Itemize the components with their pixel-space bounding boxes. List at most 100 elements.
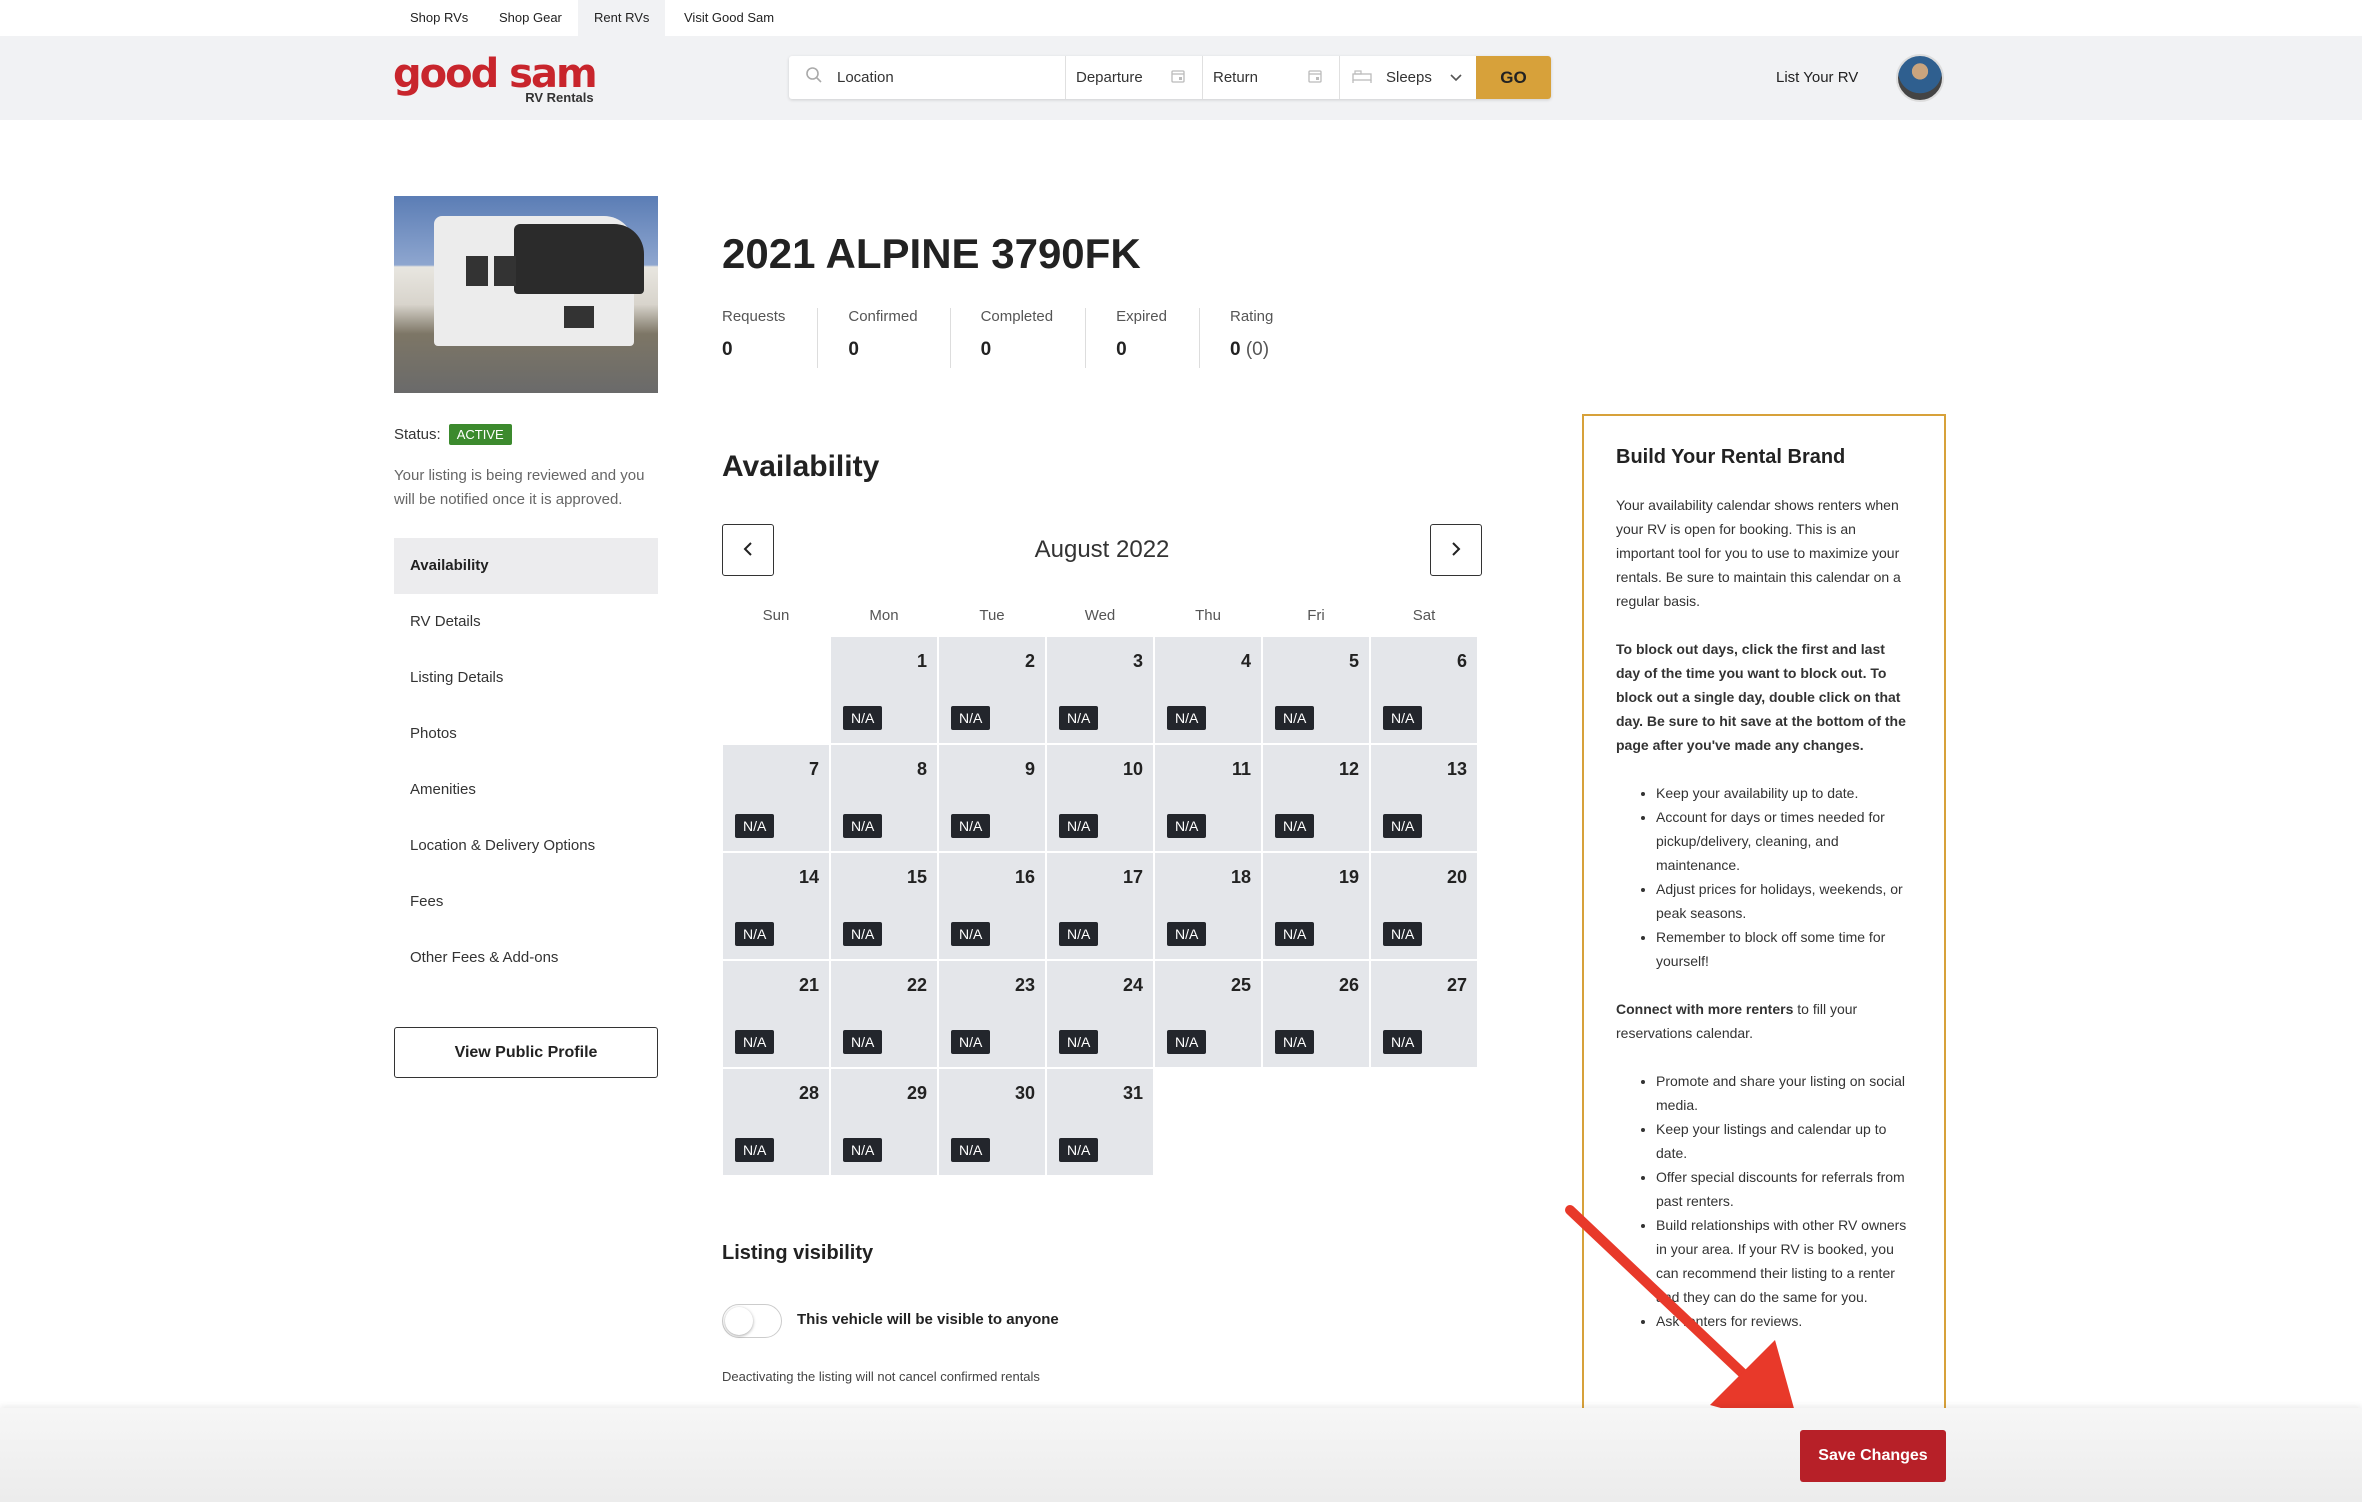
day-status-badge: N/A bbox=[1059, 706, 1099, 730]
day-number: 12 bbox=[1338, 759, 1359, 779]
day-status-badge: N/A bbox=[1059, 1030, 1099, 1054]
sidebar-item-listing-details[interactable]: Listing Details bbox=[394, 650, 658, 706]
calendar-day[interactable]: 11 N/A bbox=[1154, 744, 1262, 852]
nav-visit-good-sam[interactable]: Visit Good Sam bbox=[668, 0, 790, 36]
calendar-day[interactable]: 23 N/A bbox=[938, 960, 1046, 1068]
calendar-day[interactable]: 27 N/A bbox=[1370, 960, 1478, 1068]
list-your-rv-link[interactable]: List Your RV bbox=[1776, 69, 1858, 86]
calendar-day[interactable]: 9 N/A bbox=[938, 744, 1046, 852]
departure-label: Departure bbox=[1076, 69, 1143, 86]
calendar-day[interactable]: 12 N/A bbox=[1262, 744, 1370, 852]
calendar-day[interactable]: 4 N/A bbox=[1154, 636, 1262, 744]
calendar-day[interactable]: 18 N/A bbox=[1154, 852, 1262, 960]
day-number: 31 bbox=[1122, 1083, 1143, 1103]
stat-label: Expired bbox=[1116, 308, 1167, 325]
calendar-day[interactable]: 10 N/A bbox=[1046, 744, 1154, 852]
calendar-day[interactable]: 31 N/A bbox=[1046, 1068, 1154, 1176]
stat-requests: Requests 0 bbox=[722, 308, 819, 368]
sleeps-label: Sleeps bbox=[1386, 69, 1432, 86]
status-badge: ACTIVE bbox=[448, 424, 512, 445]
view-public-profile-button[interactable]: View Public Profile bbox=[394, 1027, 658, 1078]
stat-value: 0 bbox=[848, 339, 859, 360]
day-status-badge: N/A bbox=[1167, 922, 1207, 946]
day-status-badge: N/A bbox=[1275, 922, 1315, 946]
day-status-badge: N/A bbox=[1167, 1030, 1207, 1054]
calendar-day[interactable]: 8 N/A bbox=[830, 744, 938, 852]
calendar-day[interactable]: 2 N/A bbox=[938, 636, 1046, 744]
calendar-day[interactable]: 25 N/A bbox=[1154, 960, 1262, 1068]
day-number: 8 bbox=[916, 759, 927, 779]
sidebar-item-photos[interactable]: Photos bbox=[394, 706, 658, 762]
day-number: 29 bbox=[906, 1083, 927, 1103]
calendar-day[interactable]: 1 N/A bbox=[830, 636, 938, 744]
sidebar-item-other-fees[interactable]: Other Fees & Add-ons bbox=[394, 930, 658, 986]
location-placeholder: Location bbox=[837, 69, 894, 86]
visibility-note: Deactivating the listing will not cancel… bbox=[722, 1369, 1040, 1384]
day-number: 4 bbox=[1240, 651, 1251, 671]
go-button[interactable]: GO bbox=[1476, 56, 1551, 99]
calendar-day[interactable]: 14 N/A bbox=[722, 852, 830, 960]
calendar-month: August 2022 bbox=[1034, 536, 1170, 563]
calendar-day[interactable]: 7 N/A bbox=[722, 744, 830, 852]
day-number: 16 bbox=[1014, 867, 1035, 887]
stat-expired: Expired 0 bbox=[1116, 308, 1200, 368]
stat-value: 0 bbox=[722, 339, 733, 360]
calendar-day[interactable]: 5 N/A bbox=[1262, 636, 1370, 744]
weekday-label: Fri bbox=[1307, 607, 1325, 624]
sidebar-item-fees[interactable]: Fees bbox=[394, 874, 658, 930]
good-sam-logo[interactable]: good sam RV Rentals bbox=[393, 54, 598, 105]
calendar-day[interactable]: 24 N/A bbox=[1046, 960, 1154, 1068]
status-row: Status: ACTIVE bbox=[394, 424, 512, 445]
calendar-day[interactable]: 28 N/A bbox=[722, 1068, 830, 1176]
day-number: 26 bbox=[1338, 975, 1359, 995]
listing-stats: Requests 0 Confirmed 0 Completed 0 Expir… bbox=[722, 308, 1335, 368]
calendar-day[interactable]: 16 N/A bbox=[938, 852, 1046, 960]
calendar-day[interactable]: 20 N/A bbox=[1370, 852, 1478, 960]
avatar[interactable] bbox=[1896, 54, 1944, 102]
day-number: 13 bbox=[1446, 759, 1467, 779]
day-status-badge: N/A bbox=[735, 814, 775, 838]
day-status-badge: N/A bbox=[1275, 1030, 1315, 1054]
chevron-right-icon bbox=[1451, 539, 1461, 562]
sidebar-item-location-delivery[interactable]: Location & Delivery Options bbox=[394, 818, 658, 874]
stat-label: Completed bbox=[980, 308, 1054, 325]
calendar-day[interactable]: 15 N/A bbox=[830, 852, 938, 960]
sidebar-item-availability[interactable]: Availability bbox=[394, 538, 658, 594]
nav-shop-gear[interactable]: Shop Gear bbox=[483, 0, 578, 36]
list-item: Account for days or times needed for pic… bbox=[1656, 805, 1912, 877]
day-number: 19 bbox=[1338, 867, 1359, 887]
day-status-badge: N/A bbox=[843, 1138, 883, 1162]
calendar-day[interactable]: 19 N/A bbox=[1262, 852, 1370, 960]
return-field[interactable]: Return bbox=[1202, 56, 1339, 99]
calendar-day[interactable]: 21 N/A bbox=[722, 960, 830, 1068]
panel-intro: Your availability calendar shows renters… bbox=[1616, 497, 1901, 609]
sidebar-item-rv-details[interactable]: RV Details bbox=[394, 594, 658, 650]
calendar-day[interactable]: 22 N/A bbox=[830, 960, 938, 1068]
calendar-day[interactable]: 26 N/A bbox=[1262, 960, 1370, 1068]
calendar-day[interactable]: 29 N/A bbox=[830, 1068, 938, 1176]
nav-shop-rvs[interactable]: Shop RVs bbox=[394, 0, 484, 36]
day-status-badge: N/A bbox=[1059, 922, 1099, 946]
day-status-badge: N/A bbox=[951, 706, 991, 730]
sidebar-item-amenities[interactable]: Amenities bbox=[394, 762, 658, 818]
calendar-day[interactable]: 30 N/A bbox=[938, 1068, 1046, 1176]
calendar-day[interactable]: 6 N/A bbox=[1370, 636, 1478, 744]
day-number: 28 bbox=[798, 1083, 819, 1103]
save-changes-button[interactable]: Save Changes bbox=[1800, 1430, 1946, 1482]
day-number: 15 bbox=[906, 867, 927, 887]
calendar-day[interactable]: 3 N/A bbox=[1046, 636, 1154, 744]
day-number: 14 bbox=[798, 867, 819, 887]
listing-sidenav: Availability RV Details Listing Details … bbox=[394, 538, 658, 986]
visibility-toggle[interactable] bbox=[722, 1304, 782, 1338]
day-status-badge: N/A bbox=[843, 922, 883, 946]
departure-field[interactable]: Departure bbox=[1065, 56, 1202, 99]
next-month-button[interactable] bbox=[1430, 524, 1482, 576]
location-field[interactable]: Location bbox=[789, 56, 1065, 99]
stat-label: Rating bbox=[1229, 308, 1274, 325]
nav-rent-rvs[interactable]: Rent RVs bbox=[578, 0, 666, 36]
visibility-toggle-label: This vehicle will be visible to anyone bbox=[797, 1311, 1059, 1328]
stat-value: 0 bbox=[980, 339, 992, 360]
calendar-day[interactable]: 17 N/A bbox=[1046, 852, 1154, 960]
sleeps-select[interactable]: Sleeps bbox=[1339, 56, 1476, 99]
calendar-day[interactable]: 13 N/A bbox=[1370, 744, 1478, 852]
